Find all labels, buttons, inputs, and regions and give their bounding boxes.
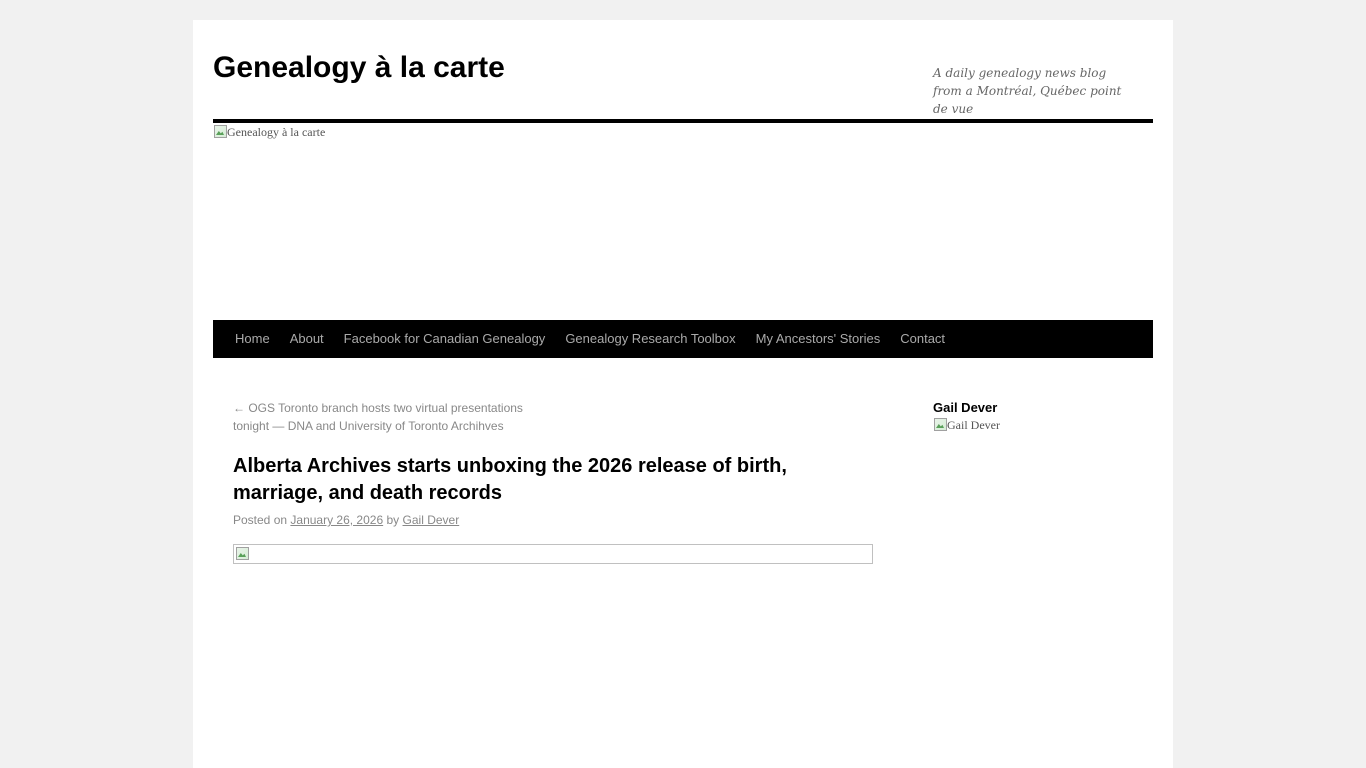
post-date-link[interactable]: January 26, 2026 [290,513,383,527]
by-label: by [386,513,400,527]
post-image [233,544,873,564]
previous-post-link[interactable]: ← OGS Toronto branch hosts two virtual p… [233,401,523,433]
broken-image-icon [235,546,249,560]
author-link[interactable]: Gail Dever [403,513,460,527]
main-navigation: Home About Facebook for Canadian Genealo… [213,320,1153,358]
post-navigation: ← OGS Toronto branch hosts two virtual p… [233,399,553,435]
nav-item-my-ancestors-stories[interactable]: My Ancestors' Stories [746,320,891,358]
nav-item-home[interactable]: Home [225,320,280,358]
posted-on-label: Posted on [233,513,288,527]
nav-item-about[interactable]: About [280,320,334,358]
site-description: A daily genealogy news blog from a Montr… [933,66,1122,116]
site-title[interactable]: Genealogy à la carte [213,50,505,86]
header-image: Genealogy à la carte [213,124,1153,320]
broken-image-icon [933,417,947,431]
post-title: Alberta Archives starts unboxing the 202… [233,455,787,504]
header-divider [213,119,1153,123]
author-avatar-image: Gail Dever [933,417,1000,433]
broken-image-icon [213,124,227,138]
nav-item-contact[interactable]: Contact [890,320,955,358]
author-avatar-alt-text: Gail Dever [947,418,1000,432]
nav-item-genealogy-research-toolbox[interactable]: Genealogy Research Toolbox [555,320,745,358]
page-wrapper: Genealogy à la carte A daily genealogy n… [193,20,1173,768]
sidebar-widget-title: Gail Dever [933,400,998,415]
header-image-alt-text: Genealogy à la carte [227,125,326,139]
post-meta: Posted on January 26, 2026 by Gail Dever [233,511,459,529]
nav-item-facebook-for-canadian-genealogy[interactable]: Facebook for Canadian Genealogy [334,320,556,358]
